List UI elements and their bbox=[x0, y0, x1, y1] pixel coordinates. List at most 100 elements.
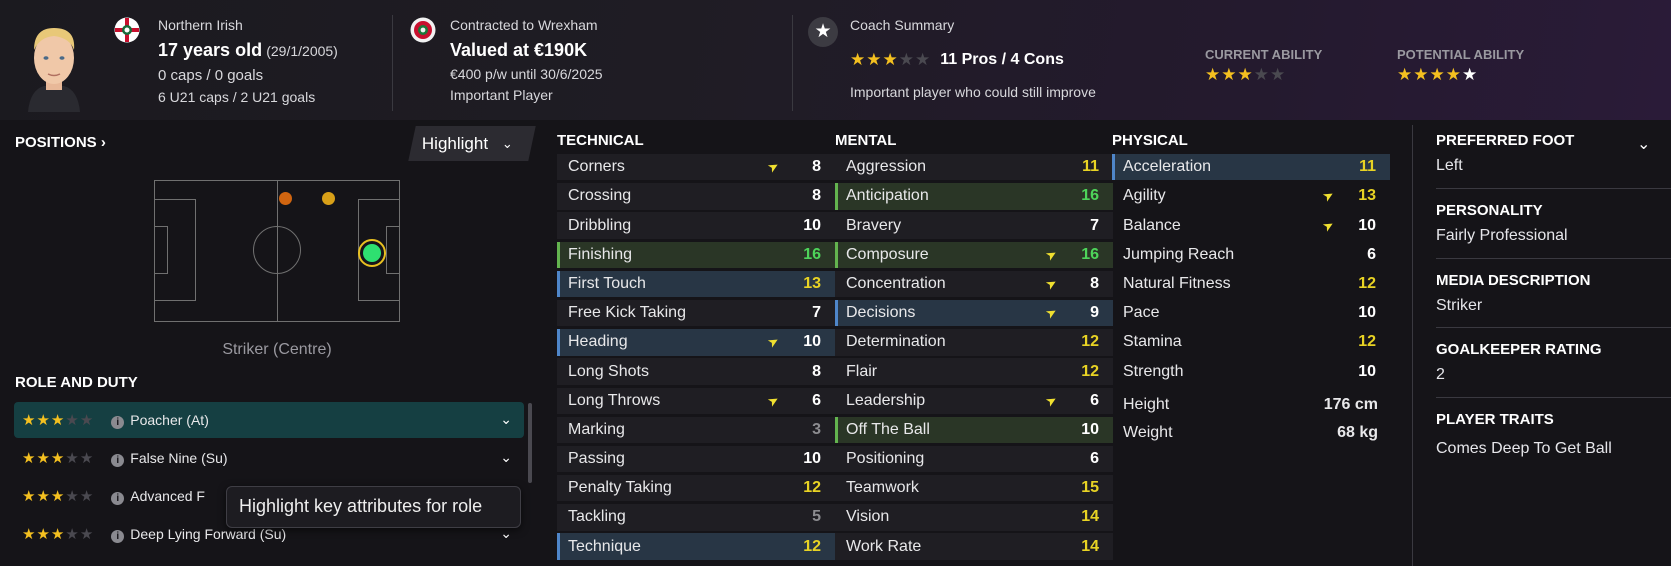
chevron-down-icon[interactable]: ⌄ bbox=[1637, 134, 1650, 154]
club-badge-icon[interactable] bbox=[410, 17, 436, 43]
attribute-row[interactable]: Dribbling 10 bbox=[557, 212, 835, 239]
attribute-name: Stamina bbox=[1123, 333, 1182, 351]
nationality: Northern Irish bbox=[158, 17, 243, 33]
rating-star: ★ bbox=[65, 525, 79, 543]
rating-star: ★ bbox=[50, 487, 65, 505]
rating-star: ★ bbox=[50, 525, 65, 543]
info-icon[interactable]: i bbox=[111, 529, 125, 543]
attribute-row[interactable]: Marking 3 bbox=[557, 416, 835, 444]
age-line: 17 years old (29/1/2005) bbox=[158, 40, 338, 62]
attribute-row[interactable]: Natural Fitness 12 bbox=[1112, 271, 1390, 297]
attribute-value: 16 bbox=[1081, 245, 1099, 263]
role-label: i Advanced F bbox=[111, 488, 205, 505]
attribute-value: 9 bbox=[1090, 304, 1099, 322]
role-scrollbar[interactable] bbox=[528, 403, 532, 483]
attribute-row[interactable]: Decisions ➤ 9 bbox=[835, 299, 1113, 327]
attribute-row[interactable]: Concentration ➤ 8 bbox=[835, 270, 1113, 298]
divider bbox=[1436, 188, 1671, 189]
attribute-row[interactable]: Long Shots 8 bbox=[557, 358, 835, 385]
attribute-row[interactable]: Composure ➤ 16 bbox=[835, 241, 1113, 268]
attribute-row[interactable]: Tackling 5 bbox=[557, 504, 835, 531]
attribute-row[interactable]: Determination 12 bbox=[835, 329, 1113, 356]
current-ability-label: CURRENT ABILITY bbox=[1205, 47, 1323, 62]
attribute-row[interactable]: Technique 12 bbox=[557, 533, 835, 560]
physical-attributes: Acceleration 11 Agility ➤ 13 Balance ➤ 10 Jumpin… bbox=[1112, 154, 1390, 388]
attribute-row[interactable]: Leadership ➤ 6 bbox=[835, 387, 1113, 414]
attribute-row[interactable]: Off The Ball 10 bbox=[835, 416, 1113, 444]
role-name: Advanced F bbox=[130, 487, 205, 504]
attribute-row[interactable]: Anticipation 16 bbox=[835, 183, 1113, 210]
attribute-row[interactable]: Jumping Reach 6 bbox=[1112, 242, 1390, 268]
divider bbox=[1412, 125, 1413, 566]
attribute-row[interactable]: Crossing 8 bbox=[557, 183, 835, 210]
highlight-dropdown[interactable]: Highlight ⌄ bbox=[408, 126, 536, 161]
attribute-row[interactable]: Pace 10 bbox=[1112, 300, 1390, 326]
position-dot-competent[interactable] bbox=[322, 192, 335, 205]
rating-star: ★ bbox=[36, 449, 50, 467]
attribute-row[interactable]: Aggression 11 bbox=[835, 154, 1113, 181]
attribute-name: Natural Fitness bbox=[1123, 274, 1231, 292]
rating-star: ★ bbox=[850, 50, 866, 70]
personality: PERSONALITY Fairly Professional bbox=[1436, 202, 1671, 245]
attribute-value: 8 bbox=[812, 362, 821, 380]
current-ability-row: ★ ★ ★ ★ ★ bbox=[1205, 66, 1285, 85]
player-header: Northern Irish 17 years old (29/1/2005) … bbox=[0, 0, 1671, 120]
role-name: False Nine (Su) bbox=[130, 449, 228, 466]
chevron-down-icon[interactable]: ⌄ bbox=[500, 411, 512, 428]
potential-ability-label: POTENTIAL ABILITY bbox=[1397, 47, 1525, 62]
position-dot-poor[interactable] bbox=[279, 192, 292, 205]
attribute-value: 8 bbox=[812, 158, 821, 176]
player-trait-item[interactable]: Comes Deep To Get Ball bbox=[1436, 440, 1671, 458]
attribute-value: 8 bbox=[812, 187, 821, 205]
attribute-row[interactable]: Teamwork 15 bbox=[835, 475, 1113, 502]
attribute-row[interactable]: Vision 14 bbox=[835, 504, 1113, 531]
pros-cons: 11 Pros / 4 Cons bbox=[940, 51, 1064, 68]
divider bbox=[1436, 397, 1671, 398]
preferred-foot-title: PREFERRED FOOT bbox=[1436, 132, 1575, 149]
attribute-name: Positioning bbox=[846, 450, 925, 468]
attribute-row[interactable]: Penalty Taking 12 bbox=[557, 475, 835, 502]
role-item[interactable]: ★ ★ ★ ★ ★ i Poacher (At) ⌄ bbox=[14, 402, 524, 438]
attribute-row[interactable]: Agility ➤ 13 bbox=[1112, 183, 1390, 209]
attribute-row[interactable]: Bravery 7 bbox=[835, 212, 1113, 239]
info-icon[interactable]: i bbox=[111, 415, 125, 429]
attribute-row[interactable]: Acceleration 11 bbox=[1112, 154, 1390, 181]
role-item[interactable]: ★ ★ ★ ★ ★ i False Nine (Su) ⌄ bbox=[14, 440, 524, 476]
attribute-row[interactable]: Balance ➤ 10 bbox=[1112, 212, 1390, 238]
attribute-row[interactable]: Long Throws ➤ 6 bbox=[557, 387, 835, 414]
attribute-name: Heading bbox=[568, 333, 628, 351]
dob: (29/1/2005) bbox=[266, 43, 338, 59]
attribute-row[interactable]: Positioning 6 bbox=[835, 445, 1113, 473]
attribute-value: 12 bbox=[803, 537, 821, 555]
divider bbox=[392, 15, 393, 111]
height-label: Height bbox=[1123, 396, 1170, 413]
position-dot-natural[interactable] bbox=[363, 244, 381, 262]
attribute-row[interactable]: Free Kick Taking 7 bbox=[557, 299, 835, 327]
attribute-name: Corners bbox=[568, 158, 625, 176]
northern-ireland-flag-icon bbox=[114, 17, 140, 43]
chevron-down-icon[interactable]: ⌄ bbox=[500, 449, 512, 466]
info-icon[interactable]: i bbox=[111, 453, 125, 467]
attribute-name: Penalty Taking bbox=[568, 479, 672, 497]
rating-star: ★ bbox=[898, 50, 914, 70]
attribute-value: 12 bbox=[1358, 333, 1376, 351]
attribute-row[interactable]: First Touch 13 bbox=[557, 270, 835, 298]
potential-ability-stars: ★ ★ ★ ★ ★ bbox=[1397, 66, 1477, 83]
coach-summary-title[interactable]: Coach Summary bbox=[850, 17, 954, 34]
attribute-row[interactable]: Flair 12 bbox=[835, 358, 1113, 385]
rating-star: ★ bbox=[1445, 65, 1461, 84]
attribute-row[interactable]: Work Rate 14 bbox=[835, 533, 1113, 560]
positions-title[interactable]: POSITIONS › bbox=[15, 134, 106, 151]
attribute-name: Concentration bbox=[846, 274, 946, 292]
attribute-row[interactable]: Passing 10 bbox=[557, 445, 835, 473]
attribute-row[interactable]: Stamina 12 bbox=[1112, 329, 1390, 355]
role-label: i Poacher (At) bbox=[111, 412, 209, 429]
rating-star: ★ bbox=[22, 487, 36, 505]
attribute-row[interactable]: Heading ➤ 10 bbox=[557, 329, 835, 356]
attribute-value: 3 bbox=[812, 420, 821, 438]
attribute-row[interactable]: Strength 10 bbox=[1112, 358, 1390, 384]
info-icon[interactable]: i bbox=[111, 491, 125, 505]
attribute-row[interactable]: Finishing 16 bbox=[557, 241, 835, 268]
current-ability-stars: ★ ★ ★ ★ ★ bbox=[1205, 66, 1285, 83]
attribute-row[interactable]: Corners ➤ 8 bbox=[557, 154, 835, 181]
